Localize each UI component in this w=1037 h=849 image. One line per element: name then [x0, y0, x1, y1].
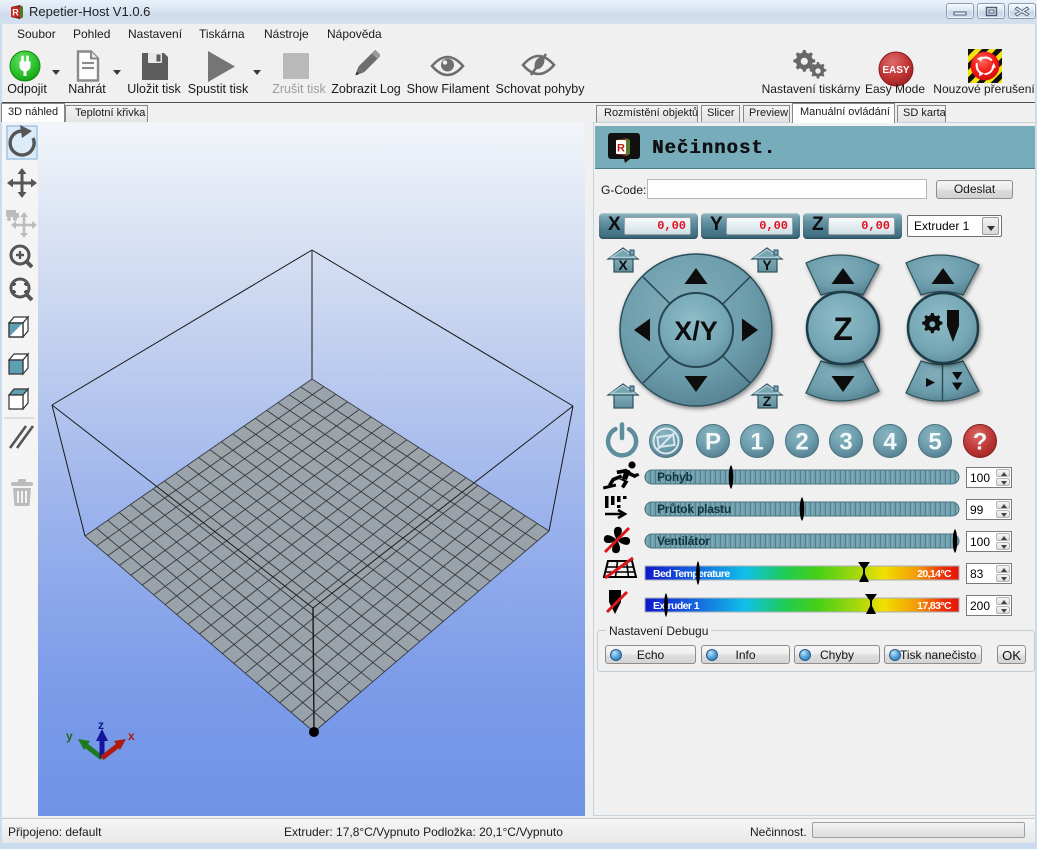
svg-text:20,14°C: 20,14°C	[917, 568, 952, 580]
svg-text:y: y	[66, 729, 73, 743]
svg-text:Bed Temperature: Bed Temperature	[653, 568, 730, 580]
svg-text:x: x	[128, 729, 135, 743]
svg-text:Extruder 1: Extruder 1	[653, 600, 700, 612]
svg-text:4: 4	[883, 429, 897, 456]
svg-text:3: 3	[839, 429, 852, 456]
svg-text:Z: Z	[763, 393, 772, 409]
svg-text:R: R	[617, 143, 625, 155]
svg-text:5: 5	[928, 429, 941, 456]
svg-text:Z: Z	[833, 311, 853, 347]
svg-text:Průtok plastu: Průtok plastu	[657, 502, 731, 516]
svg-text:X: X	[618, 257, 628, 273]
svg-text:z: z	[98, 718, 104, 732]
svg-text:Y: Y	[762, 257, 772, 273]
svg-text:P: P	[705, 429, 721, 456]
svg-text:Ventilátor: Ventilátor	[657, 534, 710, 548]
svg-text:17,83°C: 17,83°C	[917, 600, 952, 612]
svg-text:?: ?	[973, 429, 988, 456]
svg-text:EASY: EASY	[882, 65, 910, 76]
svg-text:R: R	[12, 8, 19, 18]
svg-text:X/Y: X/Y	[674, 316, 718, 346]
svg-text:2: 2	[795, 429, 808, 456]
svg-text:Pohyb: Pohyb	[657, 470, 693, 484]
svg-text:1: 1	[750, 429, 763, 456]
